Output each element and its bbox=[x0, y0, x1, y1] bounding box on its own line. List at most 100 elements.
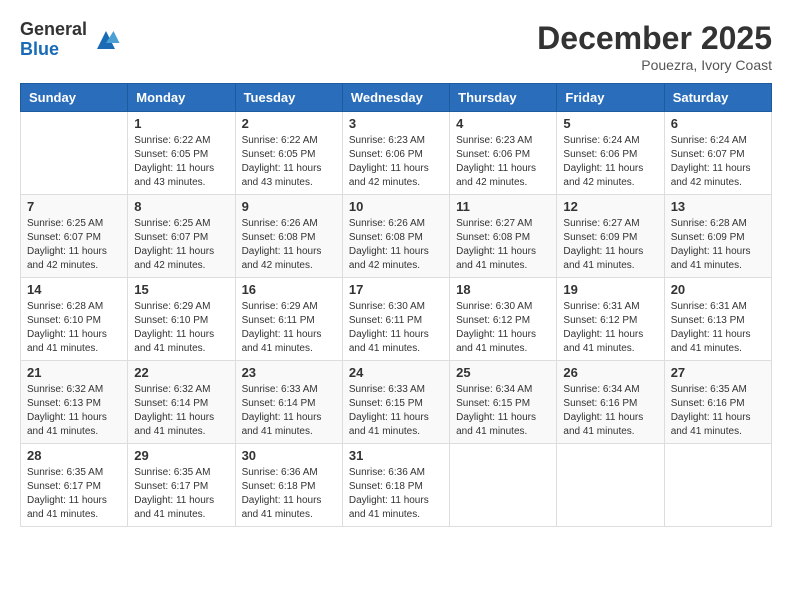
day-info: Sunrise: 6:27 AMSunset: 6:09 PMDaylight:… bbox=[563, 217, 657, 273]
day-number: 5 bbox=[563, 116, 657, 131]
day-number: 26 bbox=[563, 365, 657, 380]
day-number: 27 bbox=[671, 365, 765, 380]
calendar-cell: 26 Sunrise: 6:34 AMSunset: 6:16 PMDayligh… bbox=[557, 361, 664, 444]
calendar-cell: 5 Sunrise: 6:24 AMSunset: 6:06 PMDaylight… bbox=[557, 112, 664, 195]
day-header-wednesday: Wednesday bbox=[342, 84, 449, 112]
day-header-sunday: Sunday bbox=[21, 84, 128, 112]
calendar-cell: 13 Sunrise: 6:28 AMSunset: 6:09 PMDayligh… bbox=[664, 195, 771, 278]
calendar-cell bbox=[450, 444, 557, 527]
calendar-cell: 1 Sunrise: 6:22 AMSunset: 6:05 PMDaylight… bbox=[128, 112, 235, 195]
day-number: 14 bbox=[27, 282, 121, 297]
page-header: General Blue December 2025 Pouezra, Ivor… bbox=[20, 20, 772, 73]
day-info: Sunrise: 6:29 AMSunset: 6:10 PMDaylight:… bbox=[134, 300, 228, 356]
day-number: 23 bbox=[242, 365, 336, 380]
calendar-cell: 24 Sunrise: 6:33 AMSunset: 6:15 PMDayligh… bbox=[342, 361, 449, 444]
day-info: Sunrise: 6:23 AMSunset: 6:06 PMDaylight:… bbox=[349, 134, 443, 190]
calendar-cell: 11Sunrise: 6:27 AMSunset: 6:08 PMDayligh… bbox=[450, 195, 557, 278]
day-info: Sunrise: 6:33 AMSunset: 6:15 PMDaylight:… bbox=[349, 383, 443, 439]
logo-general: General bbox=[20, 20, 87, 40]
day-info: Sunrise: 6:25 AMSunset: 6:07 PMDaylight:… bbox=[134, 217, 228, 273]
day-number: 2 bbox=[242, 116, 336, 131]
calendar-cell bbox=[21, 112, 128, 195]
day-number: 9 bbox=[242, 199, 336, 214]
calendar-cell: 30 Sunrise: 6:36 AMSunset: 6:18 PMDayligh… bbox=[235, 444, 342, 527]
day-number: 17 bbox=[349, 282, 443, 297]
day-info: Sunrise: 6:35 AMSunset: 6:16 PMDaylight:… bbox=[671, 383, 765, 439]
day-info: Sunrise: 6:36 AMSunset: 6:18 PMDaylight:… bbox=[349, 466, 443, 522]
logo-text: General Blue bbox=[20, 20, 87, 60]
calendar-week-row: 14 Sunrise: 6:28 AMSunset: 6:10 PMDayligh… bbox=[21, 278, 772, 361]
day-number: 31 bbox=[349, 448, 443, 463]
day-info: Sunrise: 6:24 AMSunset: 6:07 PMDaylight:… bbox=[671, 134, 765, 190]
day-number: 19 bbox=[563, 282, 657, 297]
day-info: Sunrise: 6:29 AMSunset: 6:11 PMDaylight:… bbox=[242, 300, 336, 356]
day-info: Sunrise: 6:33 AMSunset: 6:14 PMDaylight:… bbox=[242, 383, 336, 439]
calendar-cell: 14 Sunrise: 6:28 AMSunset: 6:10 PMDayligh… bbox=[21, 278, 128, 361]
calendar-week-row: 7 Sunrise: 6:25 AMSunset: 6:07 PMDaylight… bbox=[21, 195, 772, 278]
day-header-monday: Monday bbox=[128, 84, 235, 112]
logo: General Blue bbox=[20, 20, 121, 60]
day-number: 20 bbox=[671, 282, 765, 297]
day-info: Sunrise: 6:24 AMSunset: 6:06 PMDaylight:… bbox=[563, 134, 657, 190]
day-number: 18 bbox=[456, 282, 550, 297]
calendar-table: SundayMondayTuesdayWednesdayThursdayFrid… bbox=[20, 83, 772, 527]
day-number: 15 bbox=[134, 282, 228, 297]
day-number: 29 bbox=[134, 448, 228, 463]
calendar-cell bbox=[664, 444, 771, 527]
calendar-cell: 28 Sunrise: 6:35 AMSunset: 6:17 PMDayligh… bbox=[21, 444, 128, 527]
day-header-thursday: Thursday bbox=[450, 84, 557, 112]
month-title: December 2025 bbox=[537, 20, 772, 57]
day-info: Sunrise: 6:28 AMSunset: 6:09 PMDaylight:… bbox=[671, 217, 765, 273]
calendar-cell: 20 Sunrise: 6:31 AMSunset: 6:13 PMDayligh… bbox=[664, 278, 771, 361]
calendar-cell: 19Sunrise: 6:31 AMSunset: 6:12 PMDayligh… bbox=[557, 278, 664, 361]
day-info: Sunrise: 6:34 AMSunset: 6:15 PMDaylight:… bbox=[456, 383, 550, 439]
day-number: 3 bbox=[349, 116, 443, 131]
day-number: 1 bbox=[134, 116, 228, 131]
day-number: 7 bbox=[27, 199, 121, 214]
day-info: Sunrise: 6:26 AMSunset: 6:08 PMDaylight:… bbox=[349, 217, 443, 273]
calendar-cell: 15 Sunrise: 6:29 AMSunset: 6:10 PMDayligh… bbox=[128, 278, 235, 361]
day-header-friday: Friday bbox=[557, 84, 664, 112]
calendar-cell: 12Sunrise: 6:27 AMSunset: 6:09 PMDayligh… bbox=[557, 195, 664, 278]
calendar-cell: 4Sunrise: 6:23 AMSunset: 6:06 PMDaylight… bbox=[450, 112, 557, 195]
calendar-header-row: SundayMondayTuesdayWednesdayThursdayFrid… bbox=[21, 84, 772, 112]
day-info: Sunrise: 6:35 AMSunset: 6:17 PMDaylight:… bbox=[27, 466, 121, 522]
day-info: Sunrise: 6:23 AMSunset: 6:06 PMDaylight:… bbox=[456, 134, 550, 190]
logo-blue: Blue bbox=[20, 40, 87, 60]
calendar-cell: 22Sunrise: 6:32 AMSunset: 6:14 PMDayligh… bbox=[128, 361, 235, 444]
day-header-saturday: Saturday bbox=[664, 84, 771, 112]
day-info: Sunrise: 6:34 AMSunset: 6:16 PMDaylight:… bbox=[563, 383, 657, 439]
day-info: Sunrise: 6:31 AMSunset: 6:13 PMDaylight:… bbox=[671, 300, 765, 356]
day-number: 30 bbox=[242, 448, 336, 463]
day-number: 24 bbox=[349, 365, 443, 380]
calendar-cell: 23 Sunrise: 6:33 AMSunset: 6:14 PMDayligh… bbox=[235, 361, 342, 444]
calendar-cell: 16Sunrise: 6:29 AMSunset: 6:11 PMDayligh… bbox=[235, 278, 342, 361]
calendar-cell: 10 Sunrise: 6:26 AMSunset: 6:08 PMDayligh… bbox=[342, 195, 449, 278]
calendar-cell: 6 Sunrise: 6:24 AMSunset: 6:07 PMDaylight… bbox=[664, 112, 771, 195]
day-info: Sunrise: 6:32 AMSunset: 6:14 PMDaylight:… bbox=[134, 383, 228, 439]
calendar-cell: 25Sunrise: 6:34 AMSunset: 6:15 PMDayligh… bbox=[450, 361, 557, 444]
calendar-cell: 9 Sunrise: 6:26 AMSunset: 6:08 PMDaylight… bbox=[235, 195, 342, 278]
day-info: Sunrise: 6:36 AMSunset: 6:18 PMDaylight:… bbox=[242, 466, 336, 522]
logo-icon bbox=[91, 25, 121, 55]
day-number: 13 bbox=[671, 199, 765, 214]
day-info: Sunrise: 6:28 AMSunset: 6:10 PMDaylight:… bbox=[27, 300, 121, 356]
title-block: December 2025 Pouezra, Ivory Coast bbox=[537, 20, 772, 73]
calendar-week-row: 21Sunrise: 6:32 AMSunset: 6:13 PMDayligh… bbox=[21, 361, 772, 444]
day-info: Sunrise: 6:26 AMSunset: 6:08 PMDaylight:… bbox=[242, 217, 336, 273]
day-number: 28 bbox=[27, 448, 121, 463]
calendar-cell: 3 Sunrise: 6:23 AMSunset: 6:06 PMDaylight… bbox=[342, 112, 449, 195]
calendar-cell: 21Sunrise: 6:32 AMSunset: 6:13 PMDayligh… bbox=[21, 361, 128, 444]
day-number: 6 bbox=[671, 116, 765, 131]
day-info: Sunrise: 6:30 AMSunset: 6:12 PMDaylight:… bbox=[456, 300, 550, 356]
calendar-cell: 2 Sunrise: 6:22 AMSunset: 6:05 PMDaylight… bbox=[235, 112, 342, 195]
day-number: 11 bbox=[456, 199, 550, 214]
day-info: Sunrise: 6:22 AMSunset: 6:05 PMDaylight:… bbox=[134, 134, 228, 190]
day-header-tuesday: Tuesday bbox=[235, 84, 342, 112]
calendar-cell: 31 Sunrise: 6:36 AMSunset: 6:18 PMDayligh… bbox=[342, 444, 449, 527]
day-number: 10 bbox=[349, 199, 443, 214]
day-info: Sunrise: 6:32 AMSunset: 6:13 PMDaylight:… bbox=[27, 383, 121, 439]
day-info: Sunrise: 6:22 AMSunset: 6:05 PMDaylight:… bbox=[242, 134, 336, 190]
day-info: Sunrise: 6:35 AMSunset: 6:17 PMDaylight:… bbox=[134, 466, 228, 522]
calendar-cell: 29 Sunrise: 6:35 AMSunset: 6:17 PMDayligh… bbox=[128, 444, 235, 527]
